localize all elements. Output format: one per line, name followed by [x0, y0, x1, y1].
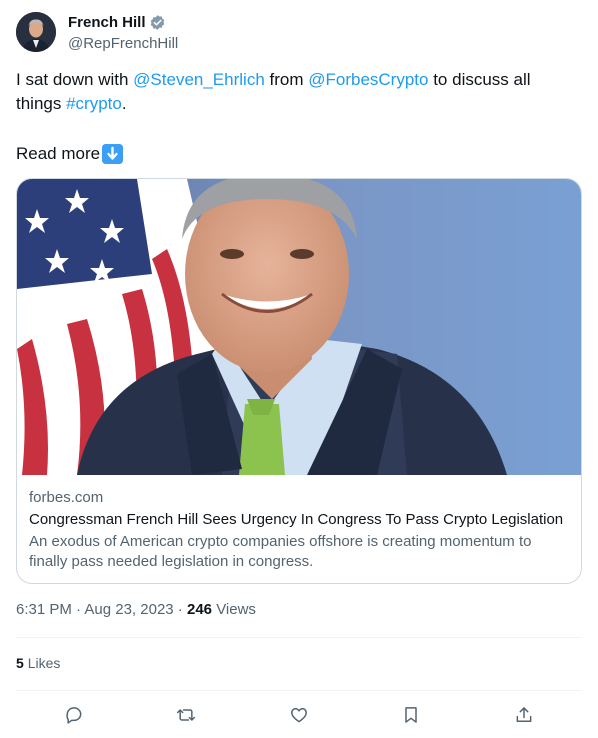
- tweet-header: French Hill @RepFrenchHill: [16, 12, 178, 52]
- tweet-text-segment: I sat down with: [16, 70, 134, 89]
- tweet-text-segment: from: [264, 70, 309, 89]
- divider: [16, 690, 582, 691]
- likes-label: Likes: [27, 655, 61, 671]
- tweet-date[interactable]: Aug 23, 2023: [84, 601, 173, 618]
- display-name[interactable]: French Hill: [68, 14, 146, 31]
- card-domain: forbes.com: [29, 489, 104, 506]
- reply-button[interactable]: [61, 702, 87, 728]
- tweet-text: I sat down with @Steven_Ehrlich from @Fo…: [16, 68, 576, 116]
- card-title: Congressman French Hill Sees Urgency In …: [29, 511, 564, 528]
- read-more-line: Read more: [16, 142, 124, 166]
- divider: [16, 637, 582, 638]
- read-more-text: Read more: [16, 144, 101, 163]
- arrow-down-emoji-icon: [102, 144, 124, 164]
- mention-link-forbescrypto[interactable]: @ForbesCrypto: [308, 70, 428, 89]
- likes-count: 5: [16, 655, 24, 671]
- share-button[interactable]: [511, 702, 537, 728]
- likes-stat[interactable]: 5 Likes: [16, 655, 60, 671]
- card-body[interactable]: forbes.com Congressman French Hill Sees …: [17, 475, 581, 583]
- tweet-meta: 6:31 PM · Aug 23, 2023 · 246 Views: [16, 601, 256, 618]
- hashtag-link-crypto[interactable]: #crypto: [66, 94, 122, 113]
- card-description: An exodus of American crypto companies o…: [29, 533, 532, 570]
- retweet-icon: [176, 709, 196, 721]
- action-bar: [16, 702, 582, 730]
- tweet-text-segment: .: [121, 94, 127, 113]
- card-image[interactable]: [17, 179, 581, 475]
- link-preview-card[interactable]: forbes.com Congressman French Hill Sees …: [16, 178, 582, 584]
- mention-link-steven-ehrlich[interactable]: @Steven_Ehrlich: [133, 70, 265, 89]
- avatar[interactable]: [16, 12, 56, 52]
- retweet-button[interactable]: [173, 702, 199, 728]
- views-count: 246: [186, 601, 213, 618]
- like-icon: [291, 708, 307, 723]
- verified-badge-icon: [149, 14, 166, 31]
- like-button[interactable]: [286, 702, 312, 728]
- bookmark-icon: [405, 707, 417, 723]
- tweet-time[interactable]: 6:31 PM: [16, 601, 72, 618]
- reply-icon: [66, 707, 82, 724]
- views-label: Views: [216, 601, 256, 618]
- share-icon: [516, 707, 532, 722]
- user-handle[interactable]: @RepFrenchHill: [68, 35, 178, 52]
- bookmark-button[interactable]: [398, 702, 424, 728]
